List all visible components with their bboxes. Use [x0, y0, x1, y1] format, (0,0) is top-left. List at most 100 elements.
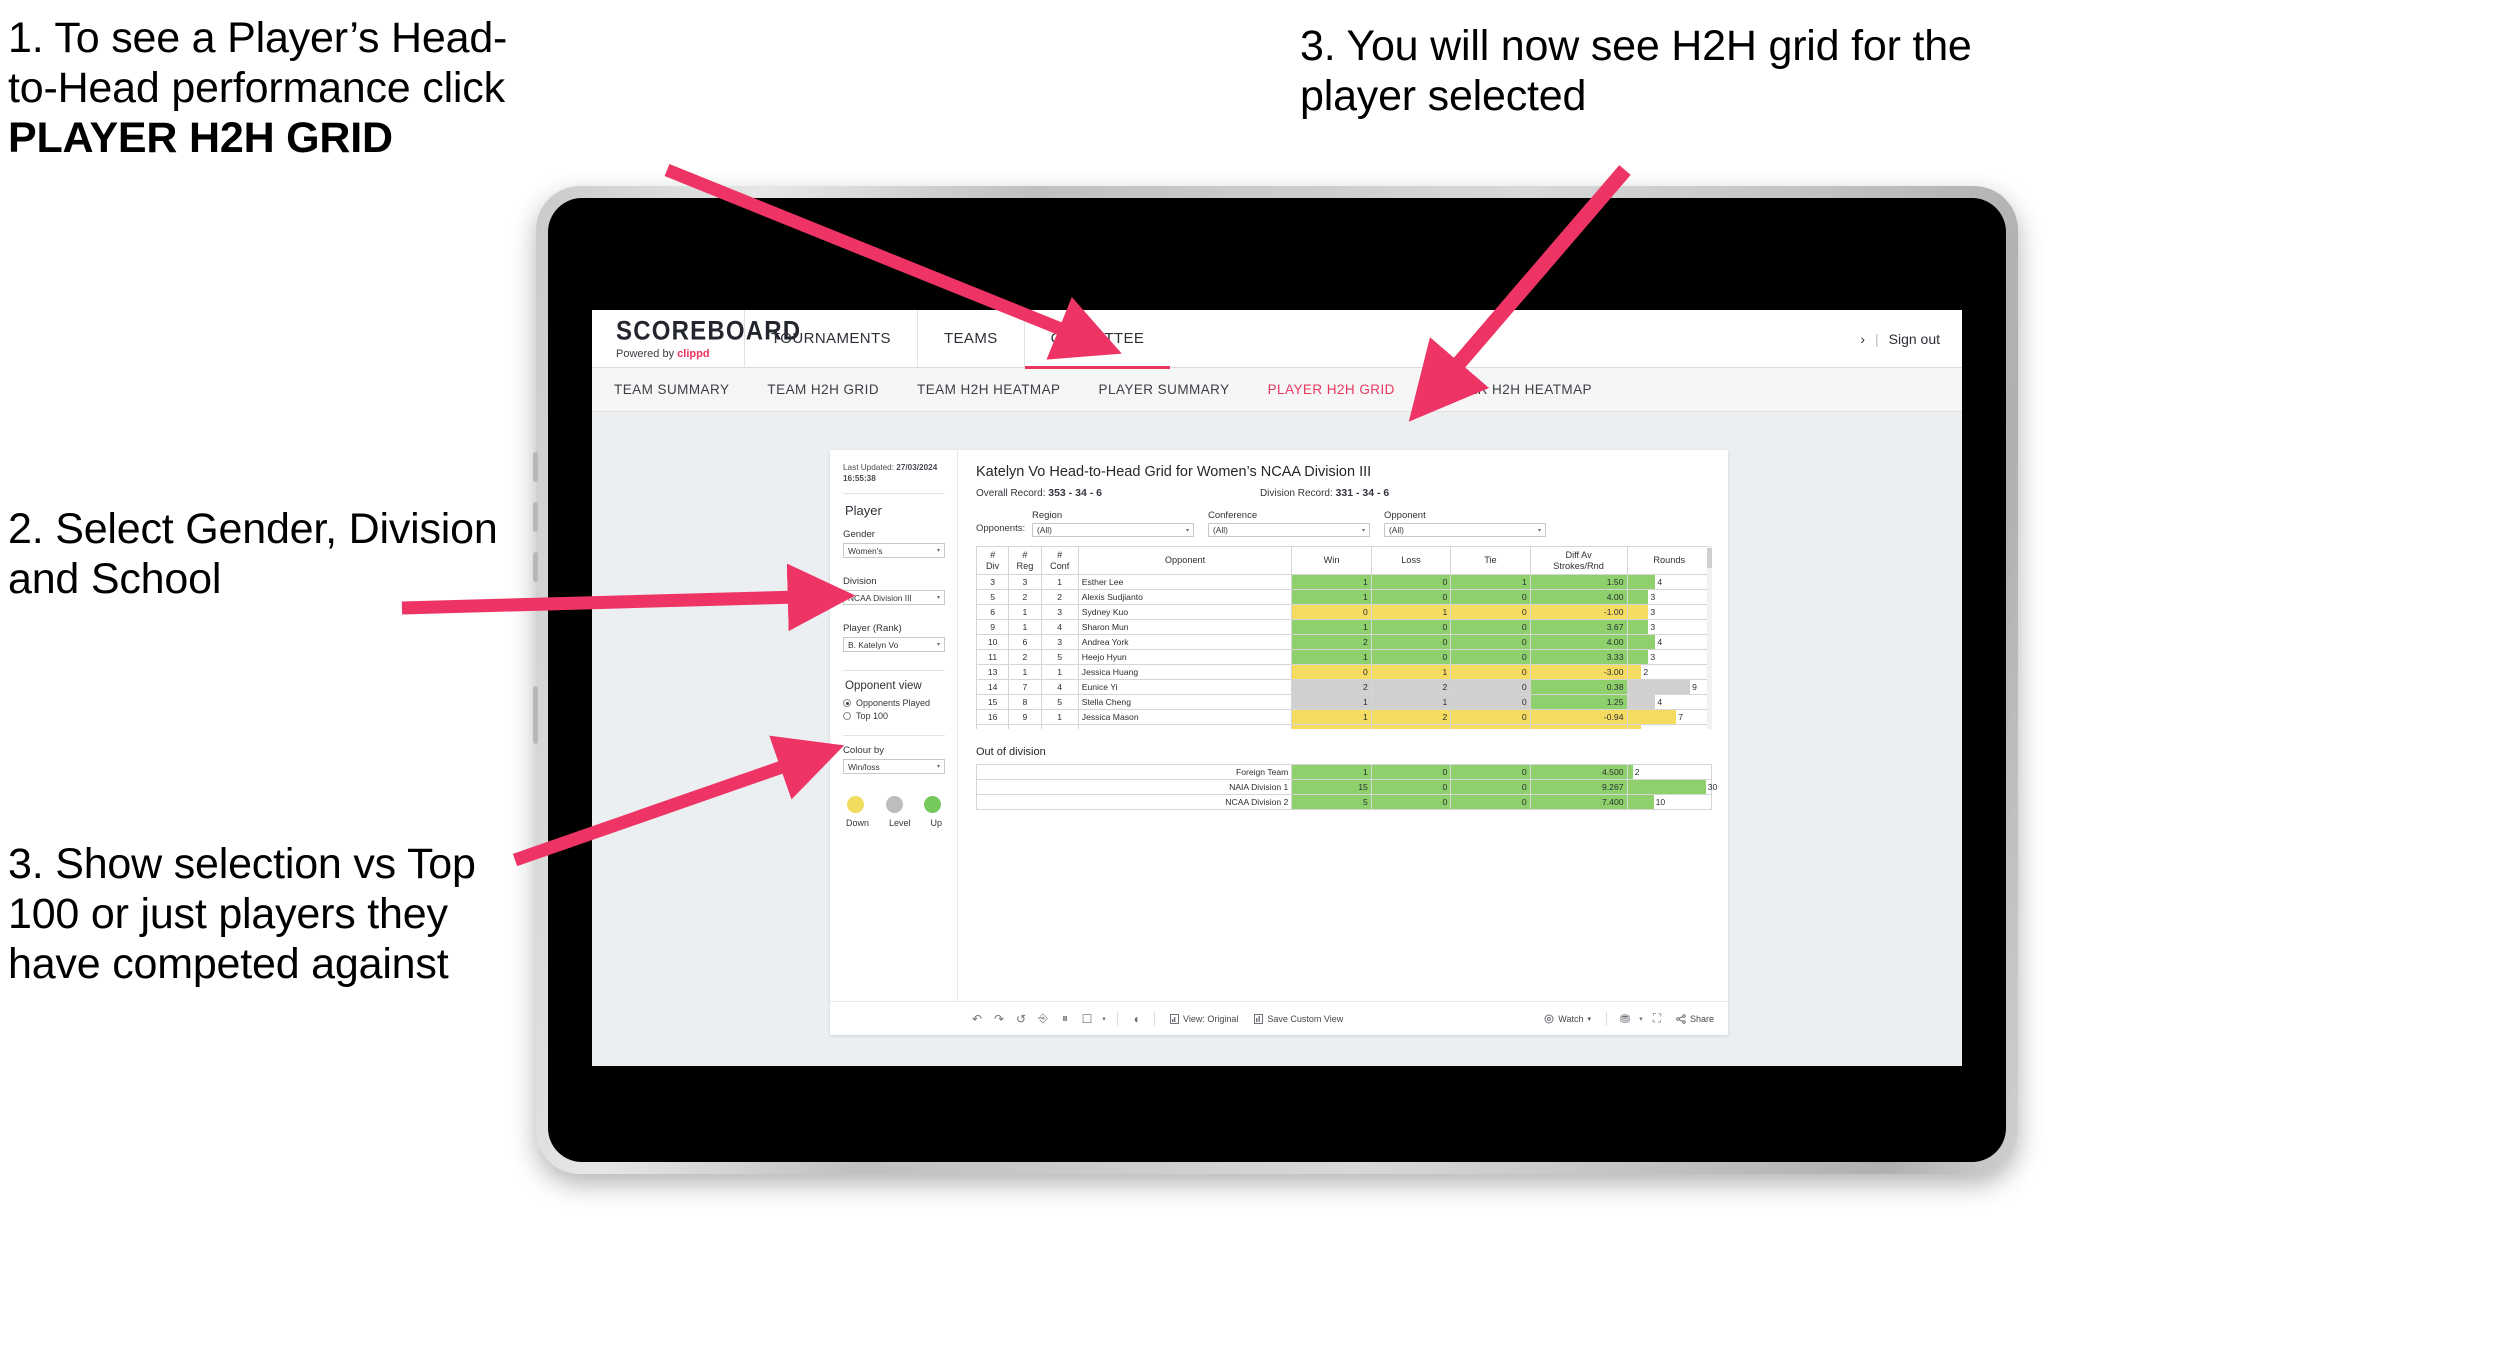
chevron-down-icon[interactable]: ▾ — [1636, 1015, 1646, 1023]
watch-button[interactable]: Watch ▾ — [1536, 1014, 1599, 1024]
conference-dropdown[interactable]: (All) ▾ — [1208, 523, 1370, 537]
cell-opponent: Euna Lee — [1077, 724, 1293, 729]
tab-team-h2h-heatmap[interactable]: TEAM H2H HEATMAP — [917, 382, 1082, 397]
view-original-button[interactable]: View: Original — [1162, 1013, 1246, 1024]
chevron-down-icon: ▾ — [936, 548, 940, 555]
cell-conf: 1 — [1040, 574, 1079, 590]
chevron-down-icon: ▾ — [936, 642, 940, 649]
web-page: SCOREBOARD Powered by clippd TOURNAMENTS… — [592, 310, 1962, 1066]
tab-player-h2h-heatmap[interactable]: PLAYER H2H HEATMAP — [1433, 382, 1614, 397]
cell-div: 5 — [976, 589, 1010, 605]
highlight-icon[interactable]: ☐ — [1076, 1012, 1098, 1026]
table-row[interactable]: 14 7 4 Eunice Yi 2 2 0 0.38 9 — [976, 679, 1712, 695]
data-details-icon[interactable]: ◖ — [1125, 1012, 1147, 1026]
volume-button[interactable] — [533, 502, 538, 532]
fullscreen-icon[interactable]: ⛶ — [1646, 1011, 1668, 1026]
rounds-bar — [1627, 795, 1654, 809]
cell-rounds: 3 — [1626, 649, 1712, 665]
dashboard-content: Last Updated: 27/03/2024 16:55:38 Player… — [592, 412, 1962, 1066]
power-button[interactable] — [533, 686, 538, 744]
tab-player-summary[interactable]: PLAYER SUMMARY — [1099, 382, 1252, 397]
col-loss: Loss — [1370, 546, 1452, 575]
cell-reg: 1 — [1008, 619, 1042, 635]
save-custom-view-button[interactable]: Save Custom View — [1246, 1013, 1351, 1024]
cell-diff-av: 1.50 — [1529, 574, 1628, 590]
cell-conf: 3 — [1040, 604, 1079, 620]
logo-subtitle: Powered by clippd — [616, 348, 744, 360]
division-dropdown[interactable]: NCAA Division III ▾ — [843, 590, 945, 606]
colour-by-dropdown[interactable]: Win/loss ▾ — [843, 759, 945, 775]
table-row[interactable]: NAIA Division 1 15 0 0 9.267 30 — [975, 779, 1717, 795]
redo-icon[interactable]: ↷ — [988, 1012, 1010, 1026]
table-row[interactable]: 3 3 1 Esther Lee 1 0 1 1.50 4 — [976, 574, 1712, 590]
pause-updates-icon[interactable]: ⏸ — [1054, 1011, 1076, 1026]
out-of-division-table: Foreign Team 1 0 0 4.500 2 NAIA Division 1 15 0 0… — [975, 764, 1717, 810]
col-conf-bot: Conf — [1049, 560, 1070, 571]
cell-group-name: NAIA Division 1 — [975, 779, 1293, 795]
opponent-dropdown[interactable]: (All) ▾ — [1384, 523, 1546, 537]
sign-out-link[interactable]: Sign out — [1889, 331, 1940, 347]
tab-player-h2h-grid[interactable]: PLAYER H2H GRID — [1268, 382, 1417, 397]
user-menu-chevron-icon[interactable]: › — [1860, 331, 1865, 347]
nav-item-teams[interactable]: TEAMS — [916, 310, 1024, 368]
table-row[interactable]: 15 8 5 Stella Cheng 1 1 0 1.25 4 — [976, 694, 1712, 710]
radio-top-100[interactable]: Top 100 — [843, 711, 945, 721]
volume-button[interactable] — [533, 452, 538, 482]
radio-opponents-played[interactable]: Opponents Played — [843, 698, 945, 708]
cell-tie: 0 — [1450, 679, 1531, 695]
table-row[interactable]: Foreign Team 1 0 0 4.500 2 — [975, 764, 1713, 780]
cell-opponent: Heejo Hyun — [1077, 649, 1293, 665]
division-value: NCAA Division III — [848, 592, 912, 603]
nav-item-tournaments[interactable]: TOURNAMENTS — [744, 310, 917, 368]
tab-team-h2h-grid[interactable]: TEAM H2H GRID — [767, 382, 901, 397]
undo-icon[interactable]: ↶ — [966, 1012, 988, 1026]
share-button[interactable]: Share — [1668, 1014, 1728, 1024]
table-row[interactable]: 6 1 3 Sydney Kuo 0 1 0 -1.00 3 — [976, 604, 1712, 620]
division-record: Division Record: 331 - 34 - 6 — [1260, 487, 1389, 499]
cell-win: 5 — [1291, 794, 1372, 810]
divider — [843, 735, 945, 737]
revert-icon[interactable]: ↺ — [1010, 1012, 1032, 1026]
gender-dropdown[interactable]: Women's ▾ — [843, 543, 945, 559]
table-row[interactable]: 5 2 2 Alexis Sudjianto 1 0 0 4.00 3 — [976, 589, 1712, 605]
download-icon[interactable]: ⛃ — [1614, 1012, 1636, 1026]
nav-item-committee[interactable]: COMMITTEE — [1023, 310, 1171, 369]
region-dropdown[interactable]: (All) ▾ — [1032, 523, 1194, 537]
cell-diff-av: -5.00 — [1529, 724, 1628, 729]
volume-button[interactable] — [533, 552, 538, 582]
player-rank-dropdown[interactable]: B. Katelyn Vo ▾ — [843, 637, 945, 653]
cell-loss: 1 — [1370, 664, 1452, 680]
table-row[interactable]: 9 1 4 Sharon Mun 1 0 0 3.67 3 — [976, 619, 1712, 635]
rounds-bar — [1627, 665, 1642, 679]
col-reg-bot: Reg — [1016, 560, 1034, 571]
table-row[interactable]: 1822Euna Lee010-5.002 — [976, 724, 1712, 729]
table-row[interactable]: 11 2 5 Heejo Hyun 1 0 0 3.33 3 — [976, 649, 1712, 665]
cell-conf: 1 — [1040, 664, 1079, 680]
overall-record: Overall Record: 353 - 34 - 6 — [976, 487, 1102, 499]
tablet-device: SCOREBOARD Powered by clippd TOURNAMENTS… — [533, 186, 2018, 1174]
table-row[interactable]: 16 9 1 Jessica Mason 1 2 0 -0.94 7 — [976, 709, 1712, 725]
rounds-value: 4 — [1657, 577, 1663, 587]
grid-scrollbar-thumb[interactable] — [1707, 548, 1712, 568]
app-logo[interactable]: SCOREBOARD Powered by clippd — [592, 317, 800, 360]
col-div-top: # — [990, 550, 996, 561]
cell-opponent: Andrea York — [1077, 634, 1293, 650]
chevron-down-icon[interactable]: ▾ — [1098, 1015, 1110, 1023]
separator — [1605, 1011, 1607, 1026]
opponent-value: (All) — [1389, 525, 1404, 535]
cell-win: 15 — [1291, 779, 1372, 795]
table-row[interactable]: 13 1 1 Jessica Huang 0 1 0 -3.00 2 — [976, 664, 1712, 680]
grid-scrollbar[interactable] — [1707, 546, 1712, 729]
cell-div: 10 — [976, 634, 1010, 650]
cell-reg: 3 — [1008, 574, 1042, 590]
refresh-icon[interactable]: ⎆ — [1032, 1011, 1054, 1026]
label-colour-by: Colour by — [843, 745, 885, 757]
cell-tie: 0 — [1450, 779, 1531, 795]
cell-win: 0 — [1291, 604, 1372, 620]
table-row[interactable]: NCAA Division 2 5 0 0 7.400 10 — [975, 794, 1713, 810]
overall-record-label: Overall Record: — [976, 488, 1049, 499]
tab-team-summary[interactable]: TEAM SUMMARY — [614, 382, 751, 397]
cell-loss: 0 — [1370, 574, 1452, 590]
table-row[interactable]: 10 6 3 Andrea York 2 0 0 4.00 4 — [976, 634, 1712, 650]
chevron-down-icon: ▾ — [1587, 1015, 1591, 1023]
